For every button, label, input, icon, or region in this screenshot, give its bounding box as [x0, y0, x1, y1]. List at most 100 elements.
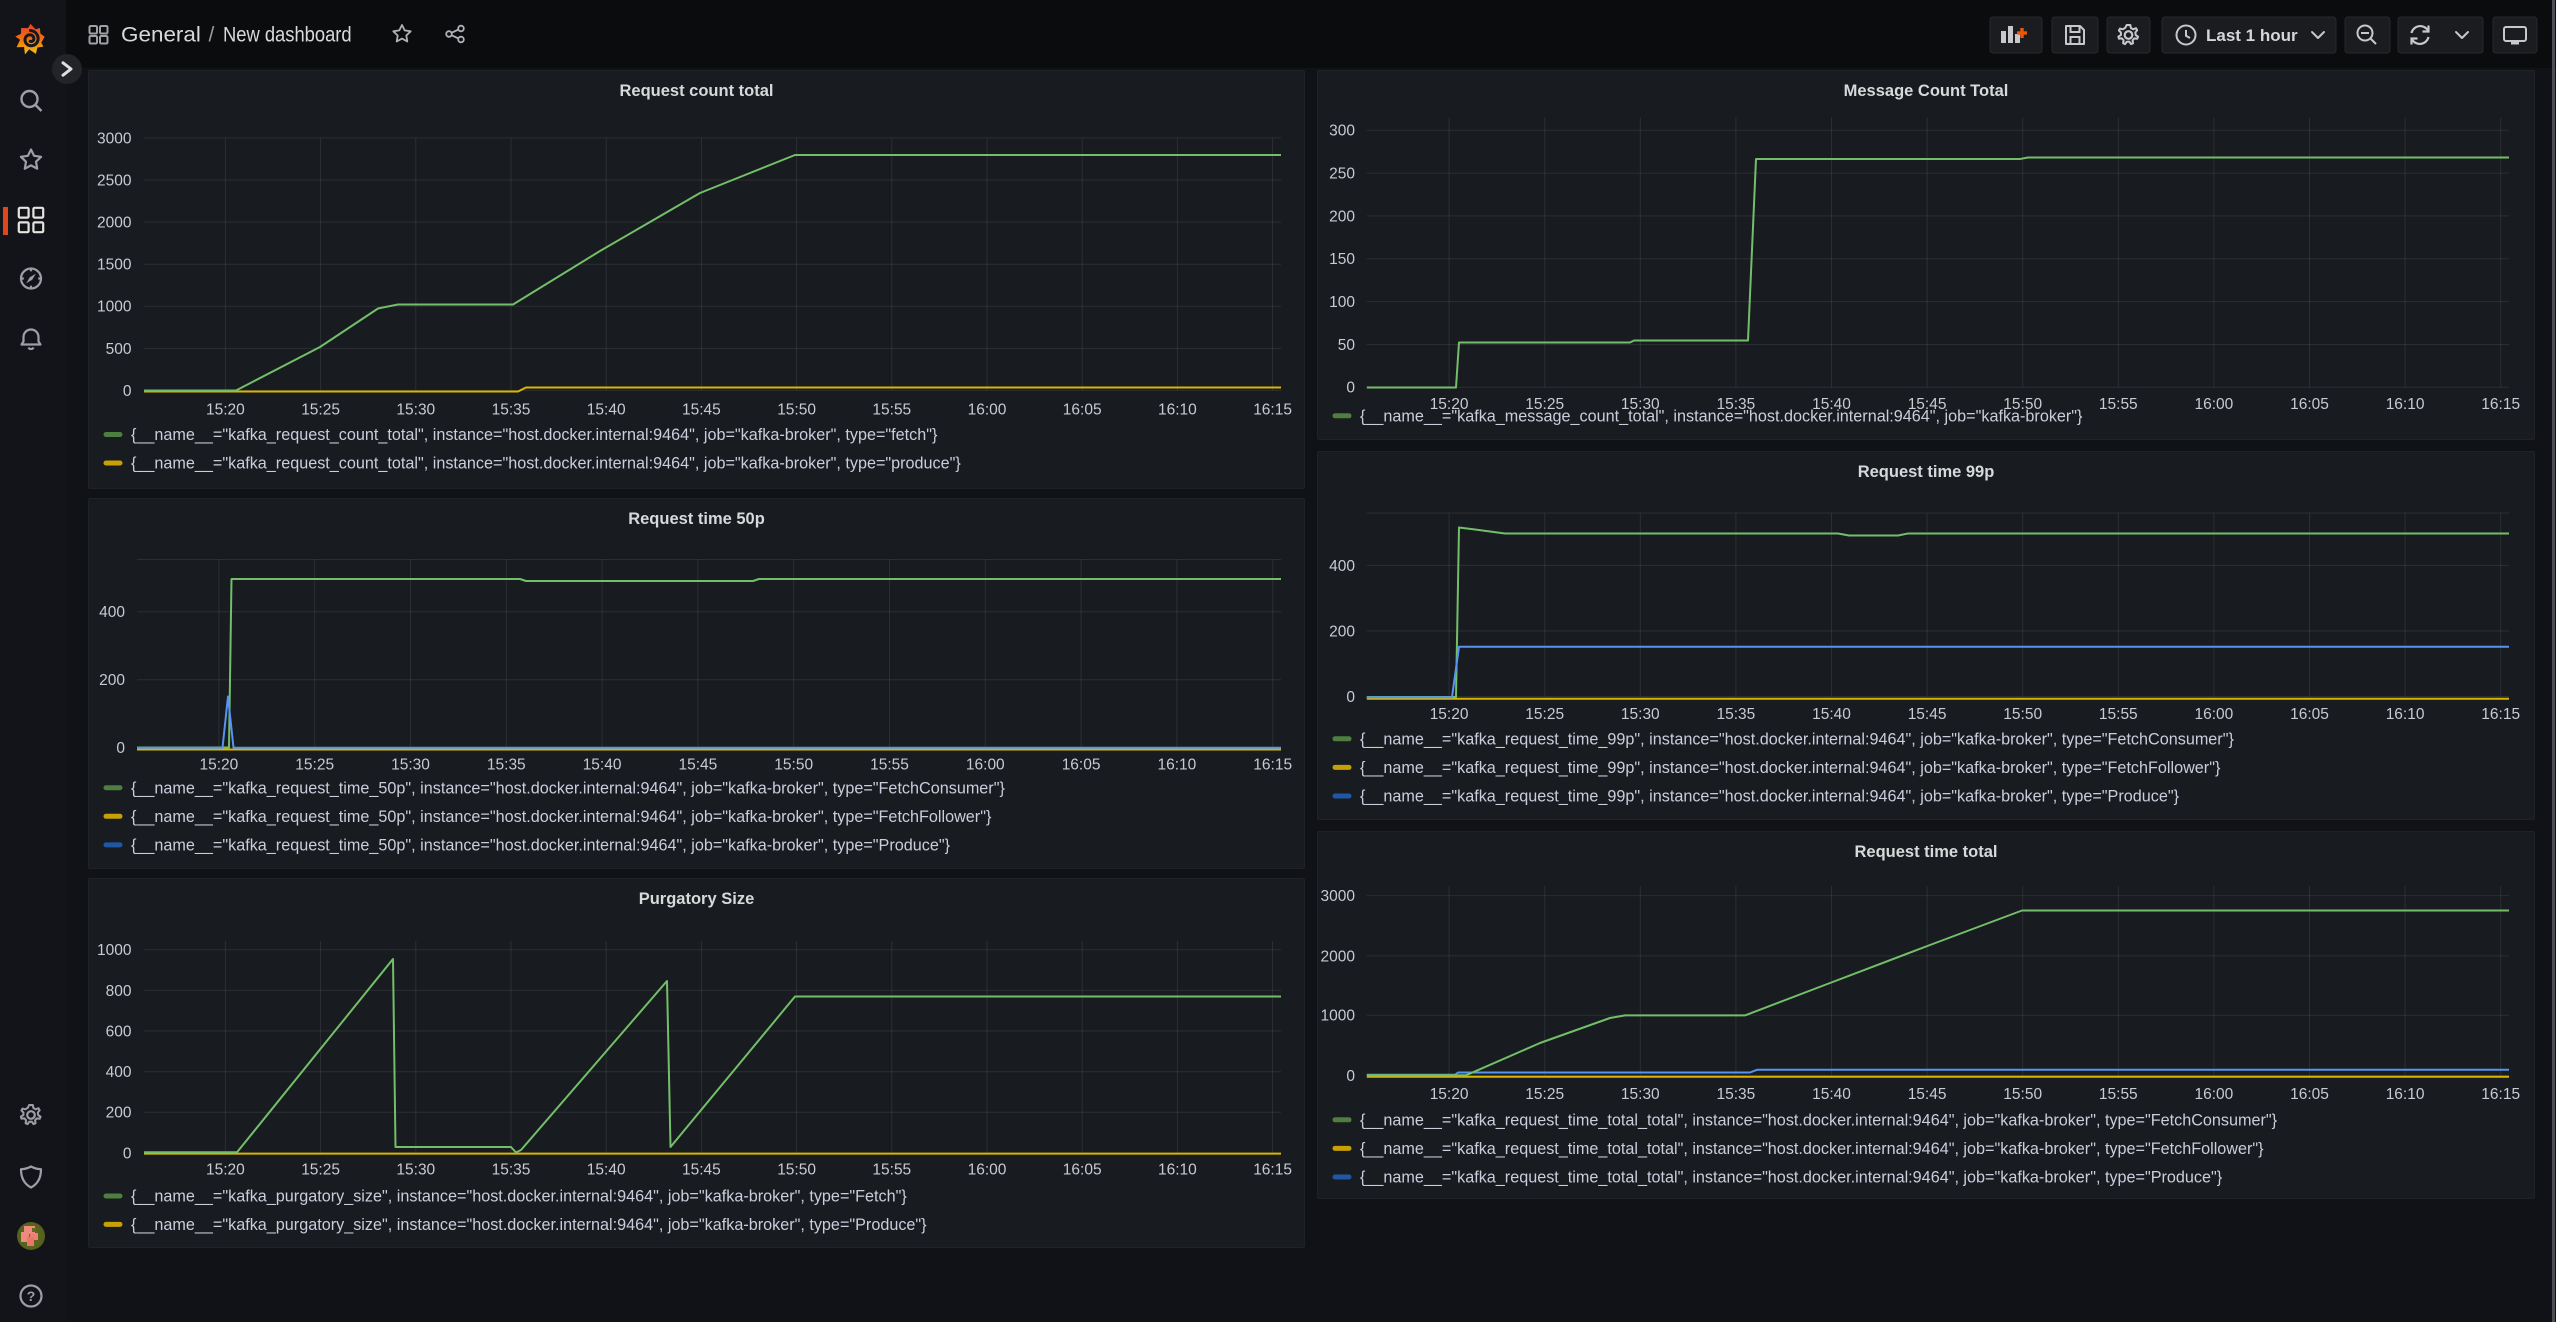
svg-text:16:05: 16:05: [2290, 1086, 2329, 1103]
svg-text:15:30: 15:30: [1621, 706, 1660, 723]
svg-text:200: 200: [1329, 623, 1355, 640]
svg-text:0: 0: [1346, 380, 1355, 397]
svg-text:200: 200: [106, 1105, 132, 1122]
svg-text:16:05: 16:05: [1063, 1161, 1102, 1178]
svg-text:15:30: 15:30: [1621, 1086, 1660, 1103]
svg-text:15:35: 15:35: [1717, 1086, 1756, 1103]
svg-text:Request time 99p: Request time 99p: [1858, 463, 1995, 481]
svg-text:{__name__="kafka_request_time_: {__name__="kafka_request_time_total_tota…: [1360, 1140, 2264, 1158]
svg-text:16:15: 16:15: [1253, 756, 1292, 773]
svg-text:{__name__="kafka_request_time_: {__name__="kafka_request_time_50p", inst…: [131, 808, 992, 826]
svg-text:15:40: 15:40: [587, 1161, 626, 1178]
svg-text:16:00: 16:00: [2195, 1086, 2234, 1103]
svg-text:15:20: 15:20: [200, 756, 239, 773]
svg-text:1000: 1000: [97, 942, 132, 959]
svg-text:2000: 2000: [97, 215, 132, 232]
svg-text:{__name__="kafka_request_time_: {__name__="kafka_request_time_50p", inst…: [131, 779, 1005, 797]
svg-text:{__name__="kafka_request_count: {__name__="kafka_request_count_total", i…: [131, 426, 938, 444]
svg-text:Message Count Total: Message Count Total: [1844, 82, 2009, 100]
svg-text:15:30: 15:30: [396, 401, 435, 418]
svg-text:200: 200: [99, 672, 125, 689]
svg-text:3000: 3000: [1321, 888, 1356, 905]
svg-text:15:25: 15:25: [1525, 1086, 1564, 1103]
svg-text:16:00: 16:00: [968, 1161, 1007, 1178]
svg-text:New dashboard: New dashboard: [223, 23, 352, 46]
svg-text:15:30: 15:30: [396, 1161, 435, 1178]
svg-text:Request time 50p: Request time 50p: [628, 510, 765, 528]
svg-text:16:15: 16:15: [2481, 706, 2520, 723]
svg-text:15:40: 15:40: [587, 401, 626, 418]
svg-text:15:55: 15:55: [872, 1161, 911, 1178]
svg-text:15:35: 15:35: [487, 756, 526, 773]
svg-text:{__name__="kafka_request_time_: {__name__="kafka_request_time_50p", inst…: [131, 837, 951, 855]
svg-text:200: 200: [1329, 208, 1355, 225]
svg-text:500: 500: [106, 341, 132, 358]
svg-text:15:20: 15:20: [206, 401, 245, 418]
svg-text:16:10: 16:10: [2386, 1086, 2425, 1103]
svg-text:15:45: 15:45: [679, 756, 718, 773]
svg-text:250: 250: [1329, 166, 1355, 183]
svg-text:400: 400: [106, 1064, 132, 1081]
svg-text:{__name__="kafka_request_time_: {__name__="kafka_request_time_total_tota…: [1360, 1111, 2278, 1129]
svg-text:15:45: 15:45: [1908, 706, 1947, 723]
svg-text:15:25: 15:25: [295, 756, 334, 773]
svg-text:15:45: 15:45: [682, 401, 721, 418]
svg-text:Request count total: Request count total: [619, 82, 773, 100]
svg-text:15:20: 15:20: [1430, 706, 1469, 723]
svg-text:400: 400: [99, 604, 125, 621]
svg-text:16:15: 16:15: [1253, 1161, 1292, 1178]
svg-text:15:20: 15:20: [206, 1161, 245, 1178]
svg-text:15:55: 15:55: [872, 401, 911, 418]
svg-text:15:55: 15:55: [2099, 706, 2138, 723]
svg-text:15:40: 15:40: [1812, 706, 1851, 723]
svg-text:15:25: 15:25: [1525, 706, 1564, 723]
svg-text:16:05: 16:05: [1062, 756, 1101, 773]
svg-text:16:10: 16:10: [2386, 396, 2425, 413]
svg-text:16:00: 16:00: [2195, 706, 2234, 723]
svg-text:15:25: 15:25: [301, 1161, 340, 1178]
svg-text:/: /: [209, 24, 215, 47]
svg-text:2500: 2500: [97, 172, 132, 189]
svg-text:{__name__="kafka_message_count: {__name__="kafka_message_count_total", i…: [1360, 407, 2083, 425]
svg-text:0: 0: [116, 740, 125, 757]
svg-text:Last 1 hour: Last 1 hour: [2206, 26, 2298, 45]
svg-text:16:00: 16:00: [2195, 396, 2234, 413]
svg-text:600: 600: [106, 1023, 132, 1040]
svg-text:15:35: 15:35: [492, 401, 531, 418]
svg-text:{__name__="kafka_request_time_: {__name__="kafka_request_time_99p", inst…: [1360, 730, 2234, 748]
svg-text:300: 300: [1329, 123, 1355, 140]
svg-text:15:20: 15:20: [1430, 1086, 1469, 1103]
svg-text:{__name__="kafka_request_count: {__name__="kafka_request_count_total", i…: [131, 455, 961, 473]
svg-text:1000: 1000: [97, 299, 132, 316]
svg-text:15:45: 15:45: [682, 1161, 721, 1178]
svg-text:1500: 1500: [97, 257, 132, 274]
svg-text:{__name__="kafka_request_time_: {__name__="kafka_request_time_99p", inst…: [1360, 788, 2180, 806]
svg-text:15:50: 15:50: [774, 756, 813, 773]
svg-text:15:50: 15:50: [2003, 706, 2042, 723]
svg-text:15:25: 15:25: [301, 401, 340, 418]
svg-text:15:55: 15:55: [2099, 1086, 2138, 1103]
svg-text:General: General: [121, 22, 201, 46]
svg-text:15:50: 15:50: [777, 1161, 816, 1178]
svg-text:2000: 2000: [1321, 948, 1356, 965]
svg-text:15:45: 15:45: [1908, 1086, 1947, 1103]
svg-text:400: 400: [1329, 558, 1355, 575]
svg-text:15:55: 15:55: [2099, 396, 2138, 413]
svg-text:15:35: 15:35: [1717, 706, 1756, 723]
svg-text:16:05: 16:05: [2290, 396, 2329, 413]
svg-text:0: 0: [1346, 1068, 1355, 1085]
svg-text:{__name__="kafka_request_time_: {__name__="kafka_request_time_total_tota…: [1360, 1169, 2223, 1187]
svg-text:{__name__="kafka_purgatory_siz: {__name__="kafka_purgatory_size", instan…: [131, 1188, 907, 1206]
svg-text:16:15: 16:15: [2481, 396, 2520, 413]
svg-text:50: 50: [1338, 337, 1356, 354]
svg-text:150: 150: [1329, 251, 1355, 268]
svg-text:Request time total: Request time total: [1854, 843, 1997, 861]
svg-text:15:50: 15:50: [777, 401, 816, 418]
svg-text:16:00: 16:00: [968, 401, 1007, 418]
svg-text:?: ?: [27, 1288, 36, 1304]
svg-text:16:10: 16:10: [2386, 706, 2425, 723]
svg-text:Purgatory Size: Purgatory Size: [639, 890, 755, 908]
svg-text:100: 100: [1329, 294, 1355, 311]
svg-text:16:15: 16:15: [1253, 401, 1292, 418]
svg-text:0: 0: [123, 383, 132, 400]
